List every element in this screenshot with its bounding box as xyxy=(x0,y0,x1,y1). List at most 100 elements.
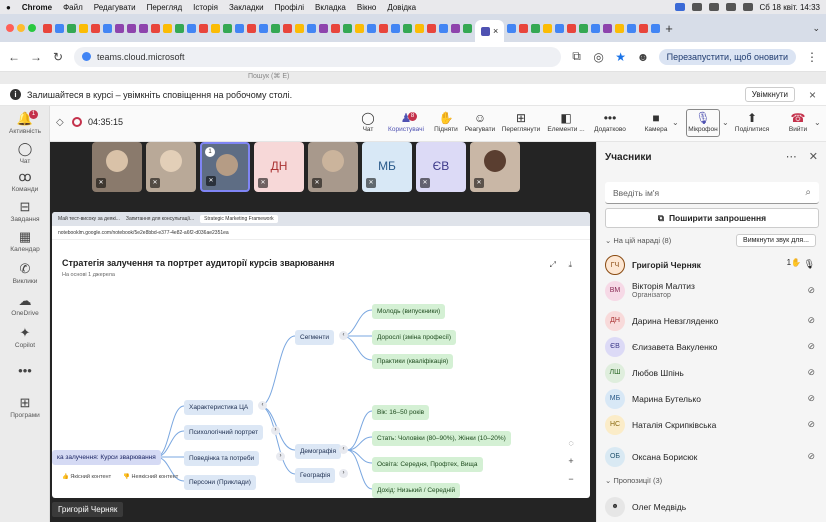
participant-row[interactable]: НС Наталія Скрипківська ⊘ xyxy=(605,412,819,438)
control-center-icon[interactable] xyxy=(742,3,753,11)
tab-favicon-icon[interactable] xyxy=(199,23,208,33)
tab-favicon-icon[interactable] xyxy=(519,23,529,33)
window-close-icon[interactable] xyxy=(6,24,14,32)
menu-view[interactable]: Перегляд xyxy=(147,3,183,12)
toolbar-camera-button[interactable]: ■ Камера xyxy=(642,110,670,133)
tab-favicon-icon[interactable] xyxy=(579,23,589,33)
mindmap-node[interactable]: Характеристика ЦА xyxy=(184,400,254,415)
tab-favicon-icon[interactable] xyxy=(507,23,517,33)
tab-favicon-icon[interactable] xyxy=(67,23,76,33)
tab-favicon-icon[interactable] xyxy=(531,23,541,33)
menu-history[interactable]: Історія xyxy=(193,3,218,12)
tab-favicon-icon[interactable] xyxy=(187,23,196,33)
wifi-icon[interactable] xyxy=(725,3,736,11)
url-text[interactable]: teams.cloud.microsoft xyxy=(97,52,185,62)
menu-window[interactable]: Вікно xyxy=(357,3,376,12)
tab-favicon-icon[interactable] xyxy=(379,23,388,33)
forward-icon[interactable]: → xyxy=(30,50,42,64)
tab-favicon-icon[interactable] xyxy=(439,23,448,33)
participant-search-input[interactable]: Введіть ім'я ⌕ xyxy=(605,182,819,204)
rail-assignments[interactable]: ⊟ Завдання xyxy=(0,200,50,224)
mindmap-leaf-node[interactable]: Дорослі (зміна професії) xyxy=(372,330,457,345)
rail-copilot[interactable]: ✦ Copilot xyxy=(0,326,50,350)
good-content-button[interactable]: 👍 Якісний контент xyxy=(62,474,111,480)
tab-favicon-icon[interactable] xyxy=(415,23,424,33)
mindmap-leaf-node[interactable]: Дохід: Низький / Середній xyxy=(372,483,461,498)
tab-favicon-icon[interactable] xyxy=(627,23,637,33)
tab-favicon-icon[interactable] xyxy=(615,23,625,33)
back-icon[interactable]: ← xyxy=(8,50,20,64)
tab-favicon-icon[interactable] xyxy=(223,23,232,33)
expand-chevron-icon[interactable]: › xyxy=(339,469,348,478)
tab-favicon-icon[interactable] xyxy=(295,23,304,33)
tab-favicon-icon[interactable] xyxy=(331,23,340,33)
rail-apps[interactable]: ⊞ Програми xyxy=(0,396,50,420)
tab-favicon-icon[interactable] xyxy=(247,23,256,33)
menu-tab[interactable]: Вкладка xyxy=(315,3,346,12)
rail-more[interactable]: ••• xyxy=(0,364,50,380)
tab-favicon-icon[interactable] xyxy=(543,23,553,33)
tab-favicon-icon[interactable] xyxy=(639,23,649,33)
menu-profiles[interactable]: Профілі xyxy=(275,3,304,12)
collapse-chevron-icon[interactable]: ‹ xyxy=(258,401,267,410)
expand-chevron-icon[interactable]: › xyxy=(276,452,285,461)
tab-favicon-icon[interactable] xyxy=(127,23,136,33)
participant-row[interactable]: ВМ Вікторія Малтиз Організатор ⊘ xyxy=(605,278,819,304)
menubar-clock[interactable]: Сб 18 квіт. 14:33 xyxy=(760,3,820,12)
tab-favicon-icon[interactable] xyxy=(355,23,364,33)
toolbar-react-button[interactable]: ☺ Реагувати xyxy=(464,110,496,133)
mindmap-leaf-node[interactable]: Практики (кваліфікація) xyxy=(372,354,454,369)
new-tab-button[interactable]: + xyxy=(665,21,673,36)
apple-icon[interactable]: ● xyxy=(6,3,11,12)
mindmap-leaf-node[interactable]: Стать: Чоловіки (80–90%), Жінки (10–20%) xyxy=(372,431,511,446)
install-app-icon[interactable]: ⧉ xyxy=(571,49,583,64)
participant-row[interactable]: МБ Марина Бутелько ⊘ xyxy=(605,386,819,412)
mindmap-node[interactable]: Психологічний портрет xyxy=(184,425,264,440)
shield-icon[interactable]: ◇ xyxy=(56,117,64,128)
enable-notifications-button[interactable]: Увімкнути xyxy=(744,87,795,102)
mindmap-leaf-node[interactable]: Молодь (випускники) xyxy=(372,304,446,319)
window-minimize-icon[interactable] xyxy=(17,24,25,32)
tab-favicon-icon[interactable] xyxy=(343,23,352,33)
expand-chevron-icon[interactable]: › xyxy=(271,426,280,435)
tab-favicon-icon[interactable] xyxy=(91,23,100,33)
mindmap-root-node[interactable]: ка залучення: Курси зварювання xyxy=(52,450,161,465)
toolbar-leave-button[interactable]: ☎ Вийти xyxy=(784,110,812,133)
mindmap-node[interactable]: Сегменти xyxy=(295,330,334,345)
tab-favicon-icon[interactable] xyxy=(591,23,601,33)
restart-to-update-button[interactable]: Перезапустити, щоб оновити xyxy=(658,48,796,65)
recenter-icon[interactable]: ◌ xyxy=(568,438,573,448)
tab-favicon-icon[interactable] xyxy=(235,23,244,33)
site-info-icon[interactable] xyxy=(82,52,91,61)
mindmap-leaf-node[interactable]: Освіта: Середня, Профтех, Вища xyxy=(372,457,483,472)
shared-screen[interactable]: Май тест-високу за деякі... Запитання дл… xyxy=(52,212,590,498)
tab-favicon-icon[interactable] xyxy=(391,23,400,33)
mute-all-button[interactable]: Вимкнути звук для... xyxy=(736,234,816,247)
participant-row[interactable]: ЛШ Любов Шпінь ⊘ xyxy=(605,360,819,386)
tab-favicon-icon[interactable] xyxy=(319,23,328,33)
video-tile[interactable]: ✕ xyxy=(92,142,142,192)
in-meeting-section-header[interactable]: ⌄ На цій нараді (8) xyxy=(605,236,671,245)
camera-options-chevron-icon[interactable]: ⌄ xyxy=(672,118,679,127)
active-tab-teams[interactable]: × xyxy=(475,20,505,42)
video-tile[interactable]: ДН ✕ xyxy=(254,142,304,192)
menu-file[interactable]: Файл xyxy=(63,3,83,12)
tab-favicon-icon[interactable] xyxy=(367,23,376,33)
tab-search-icon[interactable]: ⌄ xyxy=(812,23,820,34)
reload-icon[interactable]: ↻ xyxy=(52,50,64,64)
share-invite-button[interactable]: ⧉ Поширити запрошення xyxy=(605,208,819,228)
video-tile[interactable]: ✕ xyxy=(146,142,196,192)
tab-favicon-icon[interactable] xyxy=(115,23,124,33)
video-tile[interactable]: ✕ xyxy=(308,142,358,192)
tab-favicon-icon[interactable] xyxy=(211,23,220,33)
rail-calls[interactable]: ✆ Виклики xyxy=(0,262,50,286)
mindmap-node[interactable]: Географія xyxy=(295,468,336,483)
video-tile[interactable]: 1 ✕ xyxy=(200,142,250,192)
tab-favicon-icon[interactable] xyxy=(567,23,577,33)
window-zoom-icon[interactable] xyxy=(28,24,36,32)
address-bar[interactable]: teams.cloud.microsoft xyxy=(74,46,561,67)
bookmark-star-icon[interactable]: ★ xyxy=(615,50,627,64)
collapse-chevron-icon[interactable]: ‹ xyxy=(339,331,348,340)
tab-favicon-icon[interactable] xyxy=(463,23,472,33)
tab-favicon-icon[interactable] xyxy=(427,23,436,33)
